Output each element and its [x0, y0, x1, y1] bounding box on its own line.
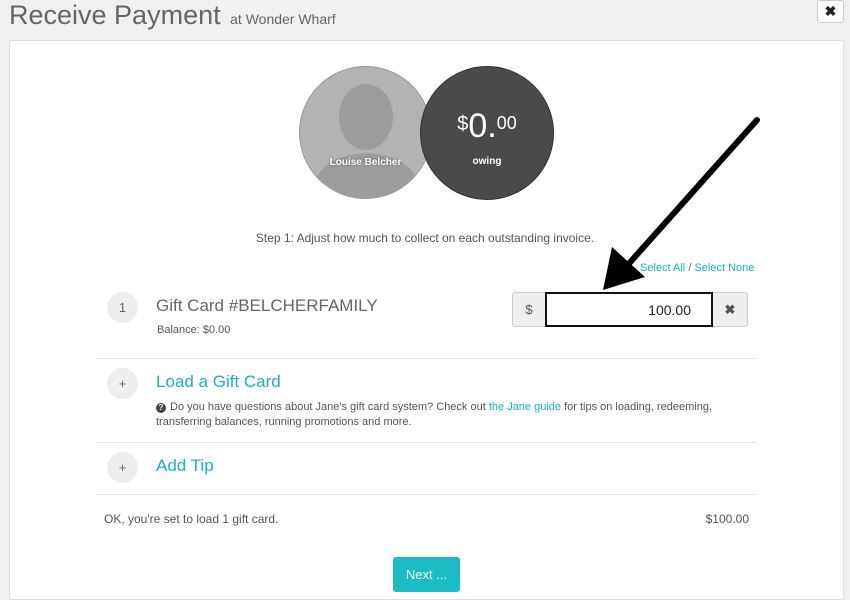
add-tip-plus-icon[interactable]: + — [107, 452, 138, 483]
clear-amount-button[interactable]: ✖ — [713, 293, 747, 326]
owing-amount: $0.00 — [421, 107, 553, 146]
select-links: Select All / Select None — [640, 262, 754, 274]
amount-input-group: $ ✖ — [512, 292, 748, 327]
location-subtitle: at Wonder Wharf — [230, 11, 336, 27]
owing-label: owing — [472, 156, 502, 167]
gift-card-help-text: ? Do you have questions about Jane's gift… — [156, 400, 756, 430]
select-separator: / — [688, 262, 692, 274]
question-circle-icon: ? — [156, 403, 166, 413]
load-gift-card-link[interactable]: Load a Gift Card — [156, 372, 281, 392]
item-number-badge: 1 — [107, 292, 138, 323]
client-avatar: Louise Belcher — [299, 66, 432, 199]
close-button[interactable]: ✖ — [817, 0, 844, 23]
close-icon: ✖ — [824, 3, 837, 19]
currency-addon: $ — [525, 302, 533, 317]
client-name: Louise Belcher — [329, 157, 402, 168]
person-silhouette-icon — [310, 84, 423, 198]
modal-header: Receive Payment at Wonder Wharf ✖ — [0, 0, 850, 38]
owing-cents: 00 — [496, 113, 517, 133]
next-button[interactable]: Next ... — [393, 557, 460, 592]
row-divider — [96, 358, 757, 359]
summary-message: OK, you're set to load 1 gift card. — [104, 512, 279, 526]
select-none-link[interactable]: Select None — [694, 262, 754, 274]
summary-total: $100.00 — [705, 512, 749, 526]
gift-card-title: Gift Card #BELCHERFAMILY — [156, 296, 378, 315]
select-all-link[interactable]: Select All — [640, 262, 685, 274]
owing-whole: 0 — [468, 107, 488, 145]
step-instruction: Step 1: Adjust how much to collect on ea… — [255, 231, 595, 245]
jane-guide-link[interactable]: the Jane guide — [489, 401, 561, 413]
add-tip-link[interactable]: Add Tip — [156, 456, 214, 476]
owing-circle: $0.00 owing — [420, 66, 554, 200]
gift-card-balance: Balance: $0.00 — [157, 324, 231, 336]
load-gift-card-plus-icon[interactable]: + — [107, 368, 138, 399]
amount-input[interactable] — [545, 292, 713, 327]
owing-currency: $ — [457, 113, 469, 135]
help-prefix: Do you have questions about Jane's gift … — [170, 401, 489, 413]
title-text: Receive Payment — [9, 0, 221, 30]
summary-divider — [96, 494, 757, 495]
page-title: Receive Payment at Wonder Wharf — [9, 0, 336, 31]
times-icon: ✖ — [724, 301, 736, 317]
row-divider — [96, 442, 757, 443]
owing-decimal: . — [487, 107, 497, 145]
